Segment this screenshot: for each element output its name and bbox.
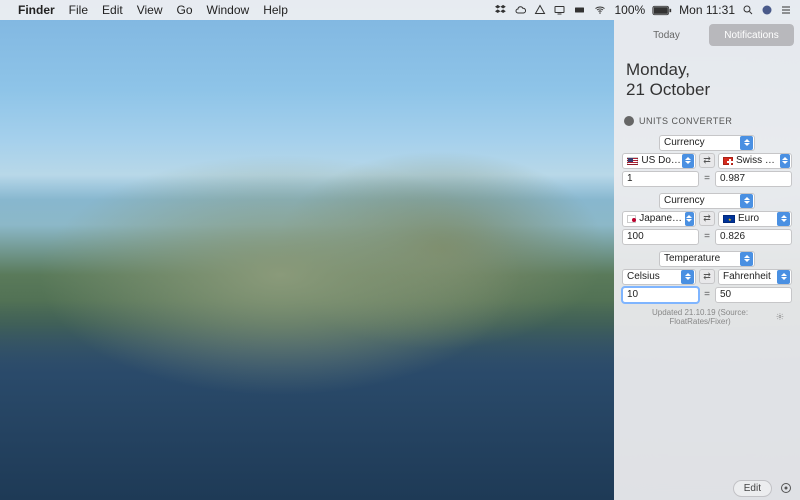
nc-date: Monday, 21 October (614, 50, 800, 113)
to-unit-label: Fahrenheit (723, 271, 771, 282)
update-status: Updated 21.10.19 (Source: FloatRates/Fix… (622, 305, 792, 329)
dropbox-icon[interactable] (495, 4, 507, 16)
chevron-updown-icon (685, 212, 694, 226)
swap-button-1[interactable]: ⇄ (699, 153, 715, 168)
widget-title-text: UNITS CONVERTER (639, 116, 732, 126)
flag-jp-icon (627, 215, 636, 223)
to-unit-label: Swiss Franc (736, 155, 780, 166)
nc-date-line1: Monday, (626, 60, 788, 80)
battery-icon[interactable] (652, 5, 672, 16)
menu-edit[interactable]: Edit (102, 3, 123, 17)
category-select-1[interactable]: Currency (659, 135, 755, 151)
chevron-updown-icon (682, 154, 694, 168)
chevron-updown-icon (780, 154, 790, 168)
equals-label: = (702, 173, 712, 184)
menubar-clock[interactable]: Mon 11:31 (679, 3, 735, 17)
update-text: Updated 21.10.19 (Source: FloatRates/Fix… (630, 308, 770, 326)
status-triangle-icon[interactable] (534, 4, 546, 16)
keyboard-input-icon[interactable] (573, 4, 586, 16)
swap-button-3[interactable]: ⇄ (699, 269, 715, 284)
nc-date-line2: 21 October (626, 80, 788, 100)
flag-eu-icon (723, 215, 735, 223)
menubar: Finder File Edit View Go Window Help 100… (0, 0, 800, 20)
menu-window[interactable]: Window (207, 3, 250, 17)
from-unit-select-2[interactable]: Japanese Y… (622, 211, 696, 227)
from-unit-label: US Dollar (641, 155, 681, 166)
flag-ch-icon (723, 157, 733, 165)
edit-button[interactable]: Edit (733, 480, 772, 497)
chevron-updown-icon (777, 270, 790, 284)
chevron-updown-icon (777, 212, 790, 226)
from-value-input-1[interactable]: 1 (622, 171, 699, 187)
tab-today[interactable]: Today (624, 24, 709, 46)
chevron-updown-icon (740, 136, 753, 150)
siri-icon[interactable] (761, 4, 773, 16)
nc-footer: Edit (614, 476, 800, 500)
to-value-input-2[interactable]: 0.826 (715, 229, 792, 245)
units-converter-widget: Currency US Dollar ⇄ Swiss Franc 1 = 0.9… (614, 129, 800, 335)
category-select-2[interactable]: Currency (659, 193, 755, 209)
menu-help[interactable]: Help (263, 3, 288, 17)
chevron-updown-icon (740, 194, 753, 208)
nc-tabs: Today Notifications (624, 24, 794, 46)
cloud-icon[interactable] (514, 4, 527, 16)
from-unit-label: Celsius (627, 271, 660, 282)
flag-us-icon (627, 157, 638, 165)
menu-file[interactable]: File (69, 3, 88, 17)
footer-settings-icon[interactable] (780, 482, 792, 494)
from-unit-select-3[interactable]: Celsius (622, 269, 696, 285)
from-unit-label: Japanese Y… (639, 213, 684, 224)
from-value-input-3[interactable]: 10 (622, 287, 699, 303)
to-unit-select-1[interactable]: Swiss Franc (718, 153, 792, 169)
to-unit-label: Euro (738, 213, 759, 224)
menu-go[interactable]: Go (177, 3, 193, 17)
widget-header: UNITS CONVERTER (614, 113, 800, 129)
category-label: Currency (664, 195, 705, 206)
gear-icon[interactable] (776, 312, 784, 321)
notification-center-icon[interactable] (780, 4, 792, 16)
widget-icon (624, 116, 634, 126)
to-unit-select-2[interactable]: Euro (718, 211, 792, 227)
category-label: Currency (664, 137, 705, 148)
to-value-input-1[interactable]: 0.987 (715, 171, 792, 187)
menu-view[interactable]: View (137, 3, 163, 17)
chevron-updown-icon (740, 252, 753, 266)
swap-button-2[interactable]: ⇄ (699, 211, 715, 226)
menubar-app-name[interactable]: Finder (18, 3, 55, 17)
to-unit-select-3[interactable]: Fahrenheit (718, 269, 792, 285)
chevron-updown-icon (681, 270, 694, 284)
battery-percent: 100% (614, 3, 645, 17)
displays-icon[interactable] (553, 4, 566, 16)
from-value-input-2[interactable]: 100 (622, 229, 699, 245)
spotlight-icon[interactable] (742, 4, 754, 16)
wifi-icon[interactable] (593, 4, 607, 16)
equals-label: = (702, 231, 712, 242)
category-select-3[interactable]: Temperature (659, 251, 755, 267)
category-label: Temperature (664, 253, 720, 264)
tab-notifications[interactable]: Notifications (709, 24, 794, 46)
notification-center-panel: Today Notifications Monday, 21 October U… (614, 20, 800, 500)
equals-label: = (702, 289, 712, 300)
from-unit-select-1[interactable]: US Dollar (622, 153, 696, 169)
to-value-input-3[interactable]: 50 (715, 287, 792, 303)
